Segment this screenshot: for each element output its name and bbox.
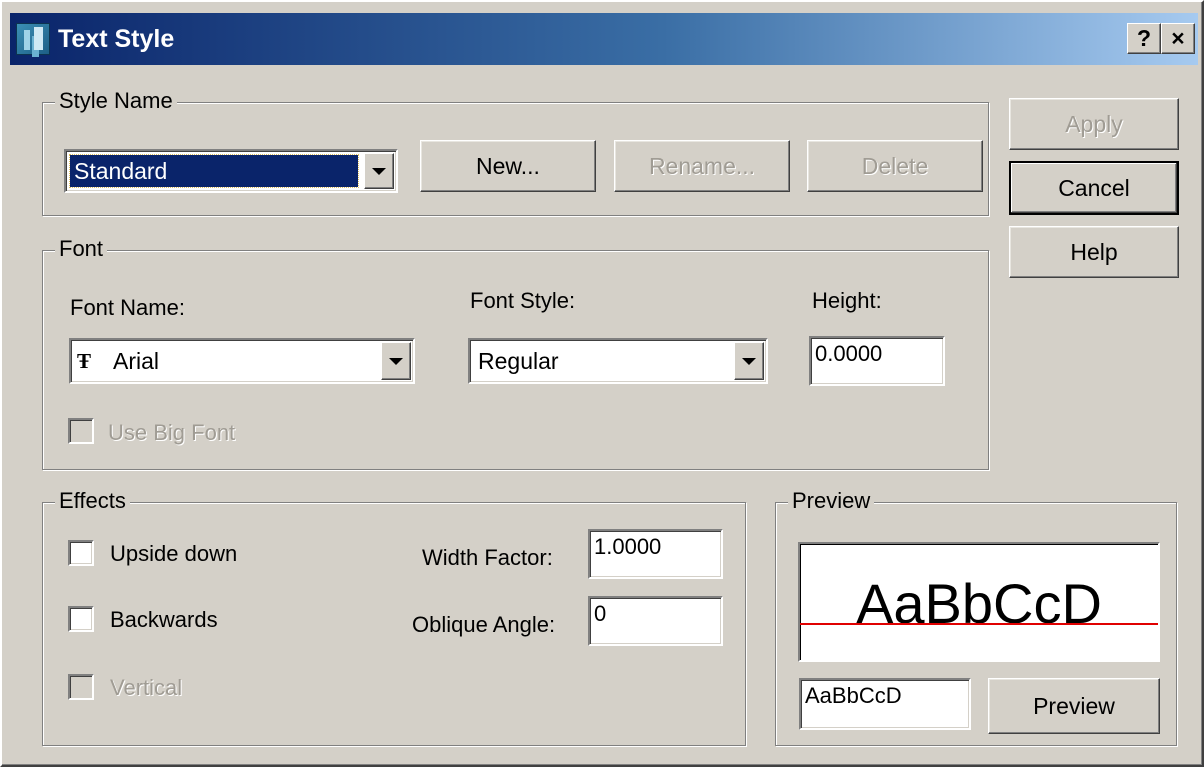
title-bar[interactable]: Text Style ? × — [10, 13, 1198, 65]
preview-baseline — [800, 623, 1158, 625]
preview-canvas: AaBbCcD — [798, 542, 1160, 662]
font-name-label: Font Name: — [70, 295, 185, 320]
style-name-combo[interactable]: Standard — [64, 149, 398, 193]
window-title: Text Style — [58, 25, 175, 53]
backwards-label: Backwards — [110, 607, 218, 632]
vertical-label: Vertical — [110, 675, 183, 700]
style-name-selected: Standard — [69, 154, 359, 188]
font-group-label: Font — [55, 236, 108, 262]
height-label: Height: — [812, 288, 882, 313]
text-style-dialog: Text Style ? × Style Name Standard New..… — [0, 0, 1204, 767]
font-style-combo[interactable]: Regular — [468, 338, 768, 384]
preview-group-label: Preview — [788, 488, 875, 514]
help-button[interactable]: Help — [1009, 226, 1179, 278]
font-name-combo[interactable]: Ŧ Arial — [69, 338, 415, 384]
backwards-checkbox[interactable] — [68, 606, 94, 632]
use-big-font-label: Use Big Font — [108, 420, 236, 445]
chevron-down-icon[interactable] — [381, 342, 411, 380]
app-icon — [16, 23, 50, 55]
style-name-group-label: Style Name — [55, 88, 177, 114]
width-factor-value: 1.0000 — [594, 534, 662, 559]
delete-style-button[interactable]: Delete — [807, 140, 983, 192]
preview-text-value: AaBbCcD — [805, 683, 902, 708]
font-style-value: Regular — [478, 347, 559, 374]
vertical-checkbox[interactable] — [68, 674, 94, 700]
preview-sample-text: AaBbCcD — [856, 572, 1102, 635]
upside-down-checkbox[interactable] — [68, 540, 94, 566]
width-factor-label: Width Factor: — [422, 545, 553, 570]
width-factor-field[interactable]: 1.0000 — [588, 529, 723, 579]
effects-group-label: Effects — [55, 488, 130, 514]
new-style-button[interactable]: New... — [420, 140, 596, 192]
apply-button[interactable]: Apply — [1009, 98, 1179, 150]
font-name-value: Arial — [113, 347, 160, 374]
close-caption-button[interactable]: × — [1161, 23, 1195, 54]
height-value: 0.0000 — [815, 341, 883, 366]
truetype-font-icon: Ŧ — [77, 349, 92, 373]
cancel-button[interactable]: Cancel — [1009, 161, 1179, 215]
font-style-label: Font Style: — [470, 288, 576, 313]
height-field[interactable]: 0.0000 — [809, 336, 945, 386]
chevron-down-icon[interactable] — [364, 153, 394, 189]
oblique-angle-value: 0 — [594, 601, 607, 626]
help-caption-button[interactable]: ? — [1127, 23, 1161, 54]
use-big-font-checkbox[interactable] — [68, 418, 94, 444]
oblique-angle-field[interactable]: 0 — [588, 596, 723, 646]
preview-button[interactable]: Preview — [988, 678, 1160, 734]
rename-style-button[interactable]: Rename... — [614, 140, 790, 192]
preview-text-field[interactable]: AaBbCcD — [799, 678, 971, 730]
chevron-down-icon[interactable] — [734, 342, 764, 380]
oblique-angle-label: Oblique Angle: — [412, 612, 556, 637]
upside-down-label: Upside down — [110, 541, 238, 566]
